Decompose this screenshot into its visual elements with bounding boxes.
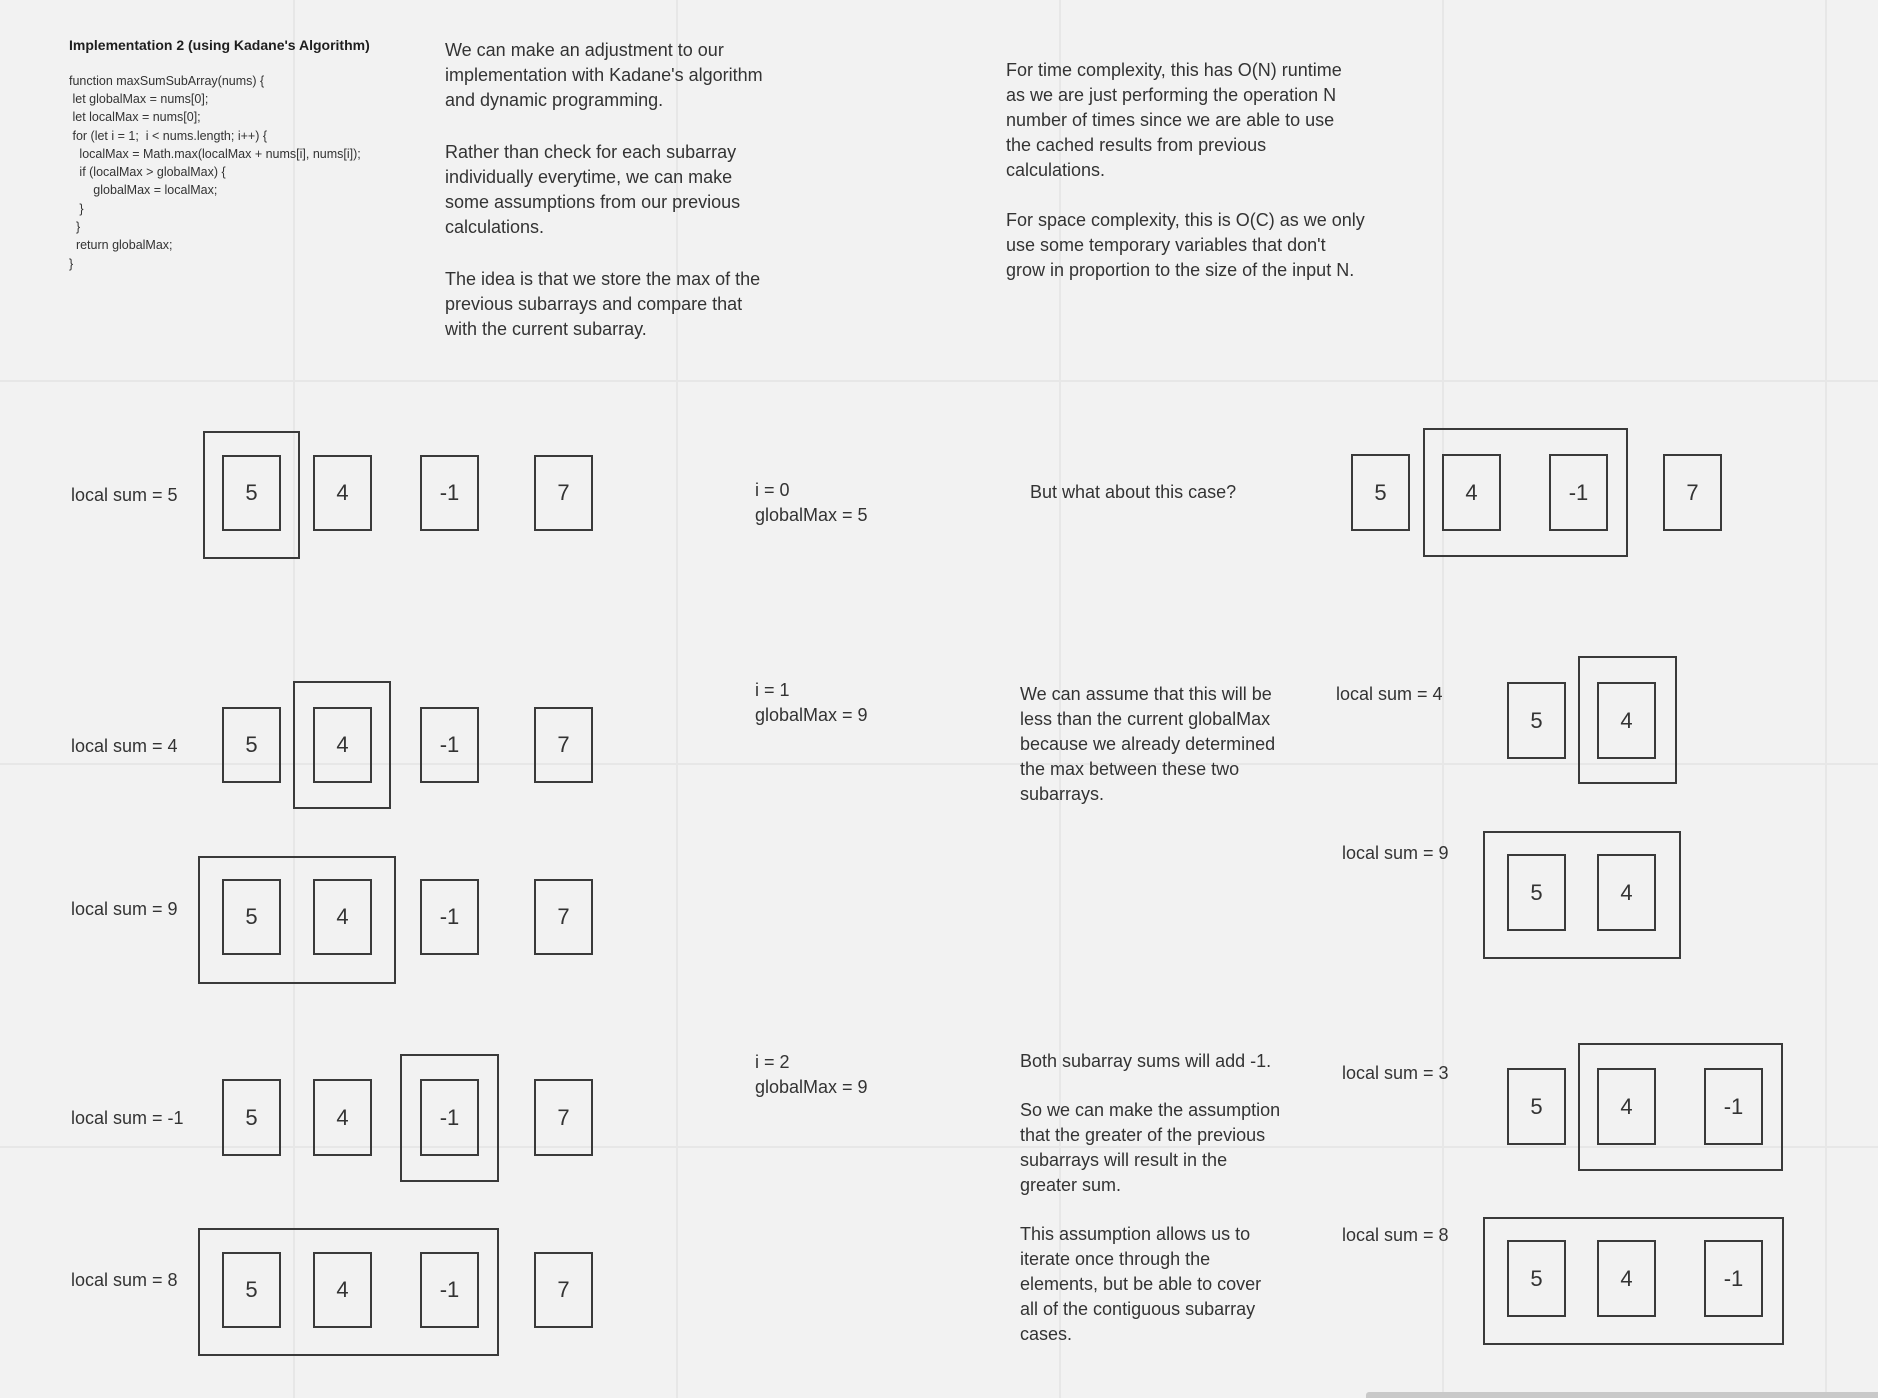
code-line: let globalMax = nums[0]; — [69, 92, 209, 106]
array-cell: 5 — [222, 455, 281, 531]
index-label: i = 2 — [755, 1052, 790, 1072]
intro-paragraph-1: We can make an adjustment to our impleme… — [445, 40, 763, 110]
array-cell: 4 — [1597, 682, 1656, 759]
time-complexity-note: For time complexity, this has O(N) runti… — [1006, 60, 1342, 180]
horizontal-scrollbar[interactable] — [1366, 1392, 1878, 1398]
array-cell: -1 — [420, 879, 479, 955]
array-cell: 5 — [1507, 1240, 1566, 1317]
array-cell: 4 — [1597, 1240, 1656, 1317]
local-sum-label: local sum = 4 — [71, 736, 178, 756]
code-line: } — [69, 257, 74, 271]
array-cell: 7 — [534, 1079, 593, 1156]
array-cell: 7 — [534, 879, 593, 955]
array-cell: -1 — [1704, 1068, 1763, 1145]
intro-paragraph-3: The idea is that we store the max of the… — [445, 269, 761, 339]
array-cell: 4 — [313, 455, 372, 531]
code-line: if (localMax > globalMax) { — [69, 165, 226, 179]
array-cell: 5 — [222, 1252, 281, 1328]
array-cell: -1 — [420, 455, 479, 531]
array-cell: 5 — [1507, 854, 1566, 931]
array-cell: -1 — [420, 707, 479, 783]
assumption-note: We can assume that this will be less tha… — [1020, 684, 1276, 804]
local-sum-label: local sum = 8 — [71, 1270, 178, 1290]
array-cell: -1 — [1704, 1240, 1763, 1317]
local-sum-label: local sum = 4 — [1336, 684, 1443, 704]
global-max-label: globalMax = 9 — [755, 1077, 868, 1097]
local-sum-label: local sum = 5 — [71, 485, 178, 505]
array-cell: 5 — [222, 879, 281, 955]
array-cell: 5 — [1351, 454, 1410, 531]
local-sum-label: local sum = 9 — [71, 899, 178, 919]
code-line: } — [69, 220, 81, 234]
code-line: return globalMax; — [69, 238, 173, 252]
local-sum-label: local sum = 8 — [1342, 1225, 1449, 1245]
array-cell: 5 — [1507, 682, 1566, 759]
global-max-label: globalMax = 5 — [755, 505, 868, 525]
space-complexity-note: For space complexity, this is O(C) as we… — [1006, 210, 1365, 280]
array-cell: 4 — [1597, 1068, 1656, 1145]
global-max-label: globalMax = 9 — [755, 705, 868, 725]
array-cell: 7 — [534, 455, 593, 531]
array-cell: 4 — [313, 1079, 372, 1156]
iterate-once-note: This assumption allows us to iterate onc… — [1020, 1224, 1262, 1344]
array-cell: -1 — [420, 1079, 479, 1156]
code-line: globalMax = localMax; — [69, 183, 218, 197]
both-subarrays-note: Both subarray sums will add -1. — [1020, 1051, 1272, 1071]
array-cell: 4 — [313, 707, 372, 783]
code-line: for (let i = 1; i < nums.length; i++) { — [69, 129, 268, 143]
greater-sum-note: So we can make the assumption that the g… — [1020, 1100, 1281, 1195]
array-cell: 4 — [1442, 454, 1501, 531]
array-cell: 4 — [1597, 854, 1656, 931]
array-cell: 5 — [222, 1079, 281, 1156]
array-cell: -1 — [1549, 454, 1608, 531]
array-cell: 7 — [534, 707, 593, 783]
array-cell: 7 — [534, 1252, 593, 1328]
code-title: Implementation 2 (using Kadane's Algorit… — [69, 37, 370, 53]
code-line: localMax = Math.max(localMax + nums[i], … — [69, 147, 361, 161]
local-sum-label: local sum = -1 — [71, 1108, 184, 1128]
array-cell: -1 — [420, 1252, 479, 1328]
code-line: } — [69, 202, 84, 216]
index-label: i = 0 — [755, 480, 790, 500]
code-line: let localMax = nums[0]; — [69, 110, 201, 124]
array-cell: 5 — [222, 707, 281, 783]
array-cell: 4 — [313, 879, 372, 955]
code-line: function maxSumSubArray(nums) { — [69, 74, 265, 88]
local-sum-label: local sum = 9 — [1342, 843, 1449, 863]
question-text: But what about this case? — [1030, 482, 1237, 502]
array-cell: 5 — [1507, 1068, 1566, 1145]
intro-paragraph-2: Rather than check for each subarray indi… — [445, 142, 741, 237]
whiteboard-canvas: Implementation 2 (using Kadane's Algorit… — [0, 0, 1878, 1398]
index-label: i = 1 — [755, 680, 790, 700]
array-cell: 4 — [313, 1252, 372, 1328]
local-sum-label: local sum = 3 — [1342, 1063, 1449, 1083]
array-cell: 7 — [1663, 454, 1722, 531]
